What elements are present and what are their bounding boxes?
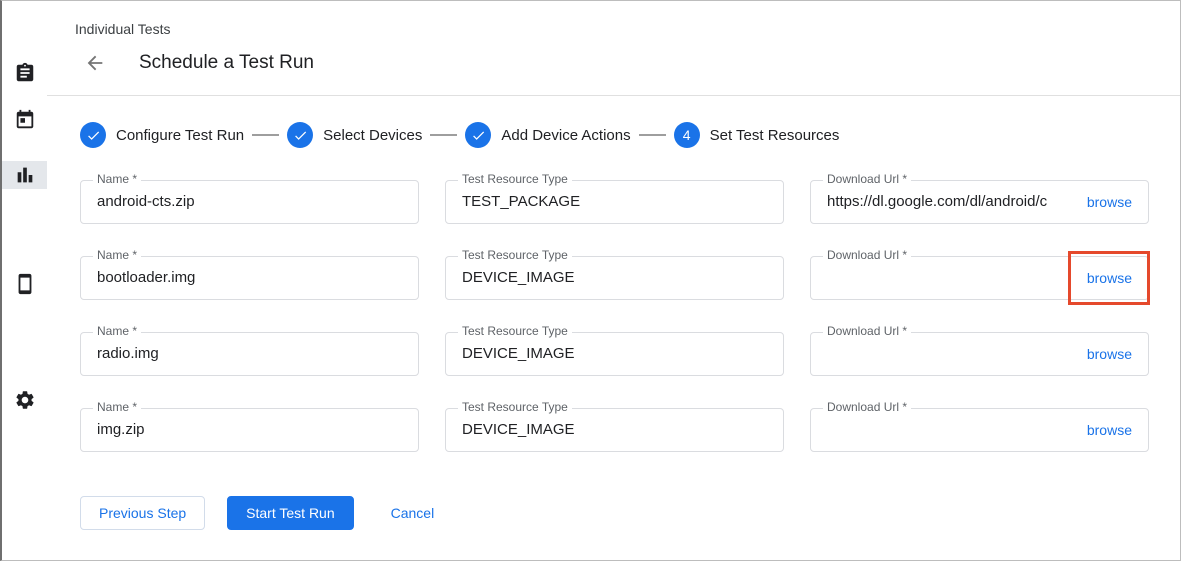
sidebar-item-tests[interactable] (2, 59, 47, 87)
page-title: Schedule a Test Run (139, 52, 314, 74)
name-field-value: android-cts.zip (97, 181, 406, 223)
bar-chart-icon (14, 164, 36, 186)
app-window: Individual Tests Schedule a Test Run Con… (0, 0, 1181, 561)
page-header: Individual Tests Schedule a Test Run (47, 1, 1180, 96)
resource-type-field[interactable]: Test Resource Type DEVICE_IMAGE (445, 332, 784, 376)
arrow-back-icon (84, 52, 106, 74)
stepper-connector (430, 134, 457, 136)
previous-step-button[interactable]: Previous Step (80, 496, 205, 530)
step-number-circle: 4 (674, 122, 700, 148)
step-label: Configure Test Run (116, 127, 244, 144)
resource-type-field[interactable]: Test Resource Type TEST_PACKAGE (445, 180, 784, 224)
download-url-field[interactable]: Download Url * https://dl.google.com/dl/… (810, 180, 1149, 224)
cancel-button[interactable]: Cancel (379, 496, 447, 530)
sidebar-item-settings[interactable] (2, 386, 47, 414)
step-configure-test-run[interactable]: Configure Test Run (80, 122, 244, 148)
step-select-devices[interactable]: Select Devices (287, 122, 422, 148)
download-url-field[interactable]: Download Url * browse (810, 256, 1149, 300)
resource-type-field-value: DEVICE_IMAGE (462, 409, 771, 451)
browse-link[interactable]: browse (1087, 257, 1132, 299)
step-add-device-actions[interactable]: Add Device Actions (465, 122, 630, 148)
resource-type-field[interactable]: Test Resource Type DEVICE_IMAGE (445, 408, 784, 452)
gear-icon (14, 389, 36, 411)
sidebar-item-devices[interactable] (2, 270, 47, 298)
step-label: Select Devices (323, 127, 422, 144)
name-field-value: img.zip (97, 409, 406, 451)
download-url-field[interactable]: Download Url * browse (810, 408, 1149, 452)
form-actions: Previous Step Start Test Run Cancel (80, 496, 1180, 530)
sidebar (2, 1, 47, 560)
test-resources-form: Name * android-cts.zip Test Resource Typ… (80, 180, 1149, 452)
download-url-field-label: Download Url * (823, 400, 911, 414)
check-icon (86, 128, 101, 143)
stepper-connector (252, 134, 279, 136)
check-icon (293, 128, 308, 143)
resource-type-field-value: TEST_PACKAGE (462, 181, 771, 223)
name-field[interactable]: Name * img.zip (80, 408, 419, 452)
download-url-field[interactable]: Download Url * browse (810, 332, 1149, 376)
step-circle (287, 122, 313, 148)
resource-type-field[interactable]: Test Resource Type DEVICE_IMAGE (445, 256, 784, 300)
resource-type-field-value: DEVICE_IMAGE (462, 257, 771, 299)
back-button[interactable] (81, 49, 109, 77)
breadcrumb: Individual Tests (75, 21, 1180, 37)
download-url-field-value: https://dl.google.com/dl/android/c (827, 181, 1068, 223)
name-field-value: bootloader.img (97, 257, 406, 299)
download-url-field-label: Download Url * (823, 248, 911, 262)
sidebar-item-results[interactable] (2, 161, 47, 189)
check-icon (471, 128, 486, 143)
calendar-icon (14, 109, 36, 131)
stepper-connector (639, 134, 666, 136)
name-field[interactable]: Name * android-cts.zip (80, 180, 419, 224)
name-field[interactable]: Name * radio.img (80, 332, 419, 376)
smartphone-icon (14, 273, 36, 295)
assignment-icon (14, 62, 36, 84)
step-circle (465, 122, 491, 148)
step-set-test-resources[interactable]: 4 Set Test Resources (674, 122, 840, 148)
step-label: Add Device Actions (501, 127, 630, 144)
download-url-field-label: Download Url * (823, 324, 911, 338)
browse-link[interactable]: browse (1087, 409, 1132, 451)
browse-link[interactable]: browse (1087, 181, 1132, 223)
sidebar-item-schedules[interactable] (2, 106, 47, 134)
step-label: Set Test Resources (710, 127, 840, 144)
stepper: Configure Test Run Select Devices Add De… (80, 122, 1180, 148)
browse-link[interactable]: browse (1087, 333, 1132, 375)
step-circle (80, 122, 106, 148)
resource-type-field-value: DEVICE_IMAGE (462, 333, 771, 375)
name-field[interactable]: Name * bootloader.img (80, 256, 419, 300)
name-field-value: radio.img (97, 333, 406, 375)
start-test-run-button[interactable]: Start Test Run (227, 496, 353, 530)
